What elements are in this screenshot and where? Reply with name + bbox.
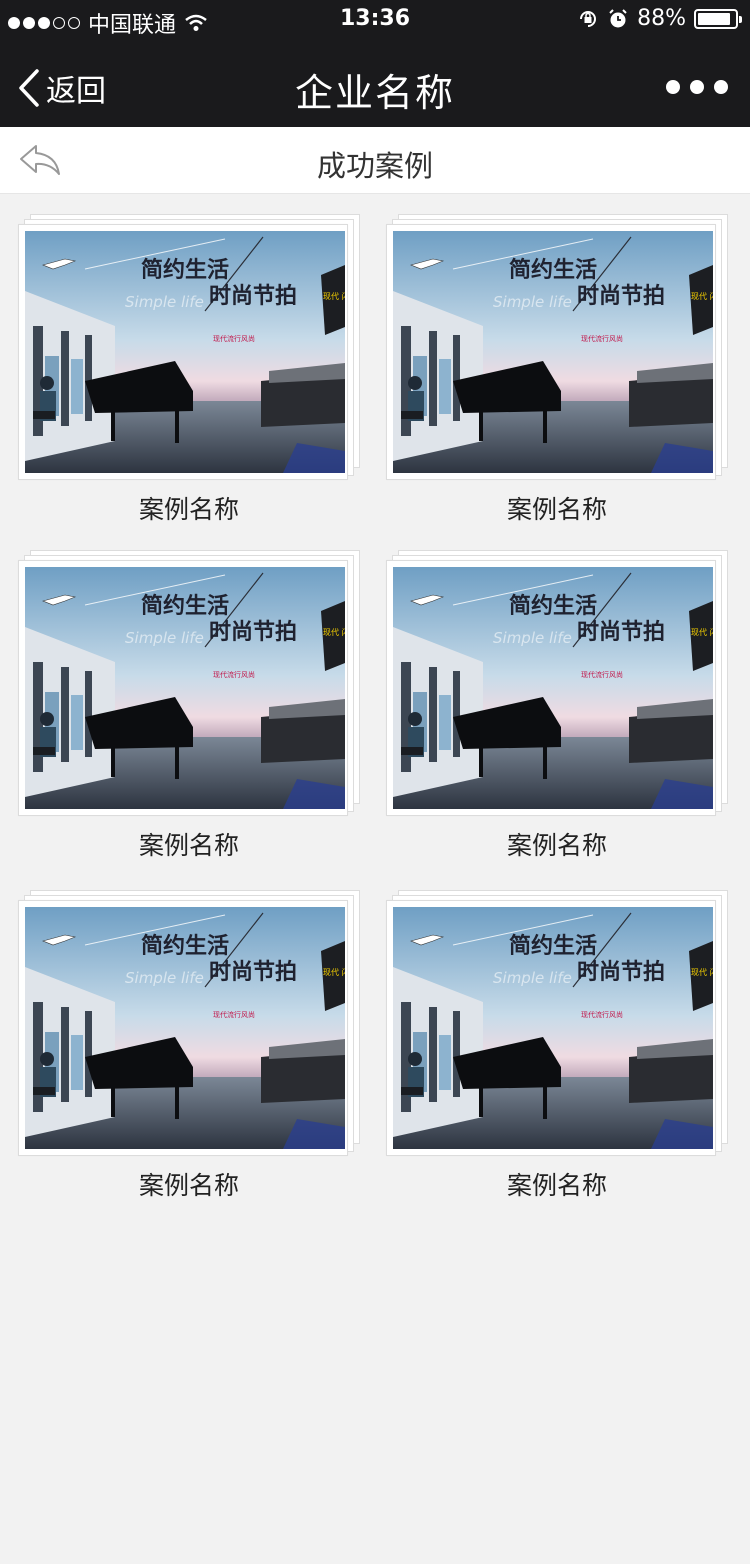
poster-tag: 现代流行风尚 [213,334,255,343]
poster-tag: 现代流行风尚 [213,1010,255,1019]
poster-badge: 现代 闪亮 [323,291,345,301]
poster-badge: 现代 闪亮 [691,627,713,637]
case-card[interactable]: 简约生活 时尚节拍 Simple life 现代流行风尚 现代 闪亮 案例名称 [18,214,360,524]
case-card[interactable]: 简约生活 时尚节拍 Simple life 现代流行风尚 现代 闪亮 案例名称 [386,550,728,860]
poster-watermark: Simple life [493,969,572,987]
photo-frame: 简约生活 时尚节拍 Simple life 现代流行风尚 现代 闪亮 [386,900,716,1156]
poster-badge: 现代 闪亮 [691,967,713,977]
case-thumbnail: 简约生活 时尚节拍 Simple life 现代流行风尚 现代 闪亮 [393,907,713,1149]
poster-headline: 时尚节拍 [209,619,297,645]
case-thumbnail: 简约生活 时尚节拍 Simple life 现代流行风尚 现代 闪亮 [393,231,713,473]
poster-headline: 简约生活 [509,593,597,619]
status-right: 88% [577,6,742,31]
case-thumbnail: 简约生活 时尚节拍 Simple life 现代流行风尚 现代 闪亮 [25,231,345,473]
poster-tag: 现代流行风尚 [581,670,623,679]
photo-frame: 简约生活 时尚节拍 Simple life 现代流行风尚 现代 闪亮 [386,560,716,816]
case-name: 案例名称 [138,1171,239,1200]
section-title: 成功案例 [316,149,433,183]
poster-tag: 现代流行风尚 [213,670,255,679]
photo-frame: 简约生活 时尚节拍 Simple life 现代流行风尚 现代 闪亮 [386,224,716,480]
case-name: 案例名称 [138,831,239,860]
case-name: 案例名称 [506,495,607,524]
poster-watermark: Simple life [493,629,572,647]
poster-badge: 现代 闪亮 [691,291,713,301]
poster-watermark: Simple life [125,629,204,647]
case-card[interactable]: 简约生活 时尚节拍 Simple life 现代流行风尚 现代 闪亮 案例名称 [386,890,728,1200]
more-dots-icon[interactable] [666,80,728,94]
rotation-lock-icon [580,10,597,27]
section-header: 成功案例 [0,127,750,194]
case-thumbnail: 简约生活 时尚节拍 Simple life 现代流行风尚 现代 闪亮 [393,567,713,809]
poster-headline: 时尚节拍 [209,283,297,309]
poster-headline: 简约生活 [141,257,229,283]
poster-headline: 简约生活 [141,933,229,959]
poster-headline: 简约生活 [509,933,597,959]
status-bar: 中国联通 13:36 88% [0,0,750,40]
case-card[interactable]: 简约生活 时尚节拍 Simple life 现代流行风尚 现代 闪亮 案例名称 [386,214,728,524]
battery-percent: 88% [637,6,686,31]
poster-headline: 时尚节拍 [577,283,665,309]
poster-watermark: Simple life [125,969,204,987]
poster-watermark: Simple life [125,293,204,311]
poster-watermark: Simple life [493,293,572,311]
case-thumbnail: 简约生活 时尚节拍 Simple life 现代流行风尚 现代 闪亮 [25,567,345,809]
case-name: 案例名称 [506,1171,607,1200]
photo-frame: 简约生活 时尚节拍 Simple life 现代流行风尚 现代 闪亮 [18,900,348,1156]
photo-frame: 简约生活 时尚节拍 Simple life 现代流行风尚 现代 闪亮 [18,224,348,480]
case-card[interactable]: 简约生活 时尚节拍 Simple life 现代流行风尚 现代 闪亮 案例名称 [18,890,360,1200]
poster-headline: 简约生活 [509,257,597,283]
poster-badge: 现代 闪亮 [323,627,345,637]
alarm-icon [609,8,627,27]
poster-tag: 现代流行风尚 [581,334,623,343]
poster-badge: 现代 闪亮 [323,967,345,977]
poster-headline: 时尚节拍 [209,959,297,985]
poster-tag: 现代流行风尚 [581,1010,623,1019]
case-thumbnail: 简约生活 时尚节拍 Simple life 现代流行风尚 现代 闪亮 [25,907,345,1149]
nav-bar: 返回 企业名称 [0,40,750,127]
case-card[interactable]: 简约生活 时尚节拍 Simple life 现代流行风尚 现代 闪亮 案例名称 [18,550,360,860]
poster-headline: 时尚节拍 [577,959,665,985]
poster-headline: 时尚节拍 [577,619,665,645]
page-title: 企业名称 [294,71,455,115]
case-name: 案例名称 [138,495,239,524]
photo-frame: 简约生活 时尚节拍 Simple life 现代流行风尚 现代 闪亮 [18,560,348,816]
case-name: 案例名称 [506,831,607,860]
poster-headline: 简约生活 [141,593,229,619]
battery-icon [694,8,742,29]
